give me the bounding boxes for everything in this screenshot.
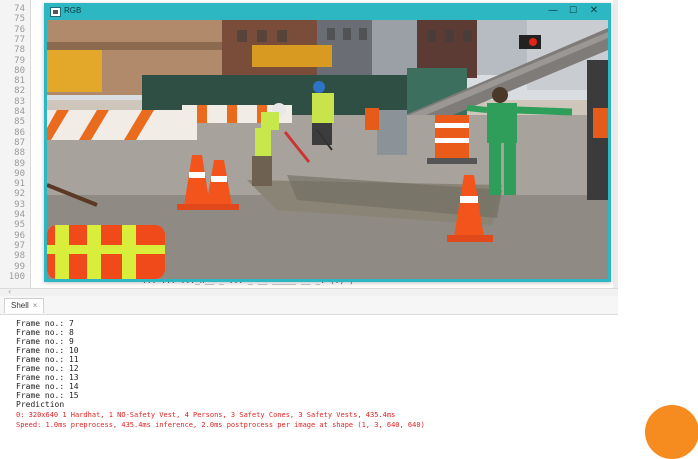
tab-close-icon[interactable]: × (33, 301, 38, 310)
shell-output-line: Frame no.: 15 (16, 391, 79, 400)
line-number: 92 (14, 189, 25, 200)
maximize-button[interactable]: ☐ (564, 4, 582, 18)
shell-tabbar: Shell × (0, 296, 618, 315)
line-number: 95 (14, 220, 25, 231)
line-number: 96 (14, 230, 25, 241)
shell-output-line: Frame no.: 7 (16, 319, 74, 328)
orange-decor-circle (645, 405, 698, 459)
line-number: 86 (14, 127, 25, 138)
line-number: 91 (14, 179, 25, 190)
shell-output[interactable]: 0: 320x640 1 Hardhat, 1 NO-Safety Vest, … (0, 315, 618, 430)
line-number: 84 (14, 107, 25, 117)
editor-scrollbar[interactable] (613, 0, 618, 288)
line-number: 87 (14, 137, 25, 148)
shell-output-line: Frame no.: 14 (16, 382, 79, 391)
line-number: 100 (8, 271, 25, 282)
line-number: 78 (14, 45, 25, 56)
line-number: 77 (14, 34, 25, 45)
close-button[interactable]: ✕ (585, 4, 603, 18)
window-titlebar[interactable]: RGB — ☐ ✕ (44, 3, 611, 20)
line-number: 76 (14, 24, 25, 35)
line-number: 97 (14, 240, 25, 251)
line-number: 98 (14, 251, 25, 262)
shell-output-line: Frame no.: 10 (16, 346, 79, 355)
rgb-image-window[interactable]: RGB — ☐ ✕ (44, 3, 611, 282)
line-number: 94 (14, 210, 25, 220)
line-number: 80 (14, 65, 25, 76)
detection-result-line: 0: 320x640 1 Hardhat, 1 NO-Safety Vest, … (16, 411, 396, 419)
tab-shell[interactable]: Shell × (4, 298, 45, 313)
shell-output-line: Prediction (16, 400, 65, 409)
window-app-icon (50, 7, 61, 17)
line-number: 79 (14, 55, 25, 66)
shell-output-line: Frame no.: 11 (16, 355, 79, 364)
line-number: 90 (14, 168, 25, 179)
window-title: RGB (64, 6, 82, 15)
video-frame (47, 20, 608, 279)
line-number: 74 (14, 4, 25, 14)
line-number: 81 (14, 76, 25, 87)
collapse-arrow-icon[interactable]: ‹ (8, 287, 11, 296)
line-number-gutter: 74 75 76 77 78 79 80 81 82 83 84 85 86 87 88 89 90 91 92 93… (0, 0, 31, 288)
shell-output-line: Frame no.: 12 (16, 364, 79, 373)
shell-output-line: Frame no.: 9 (16, 337, 74, 346)
minimize-button[interactable]: — (544, 4, 562, 18)
line-number: 75 (14, 14, 25, 25)
tab-shell-label: Shell (11, 301, 29, 310)
line-number: 85 (14, 117, 25, 128)
construction-site-scene (47, 20, 608, 279)
line-number: 83 (14, 96, 25, 107)
line-number: 99 (14, 261, 25, 272)
line-number: 93 (14, 199, 25, 210)
line-number: 89 (14, 158, 25, 169)
shell-output-line: Frame no.: 13 (16, 373, 79, 382)
line-number: 88 (14, 148, 25, 159)
line-number: 82 (14, 86, 25, 97)
shell-output-line: Frame no.: 8 (16, 328, 74, 337)
speed-line: Speed: 1.0ms preprocess, 435.4ms inferen… (16, 421, 425, 429)
